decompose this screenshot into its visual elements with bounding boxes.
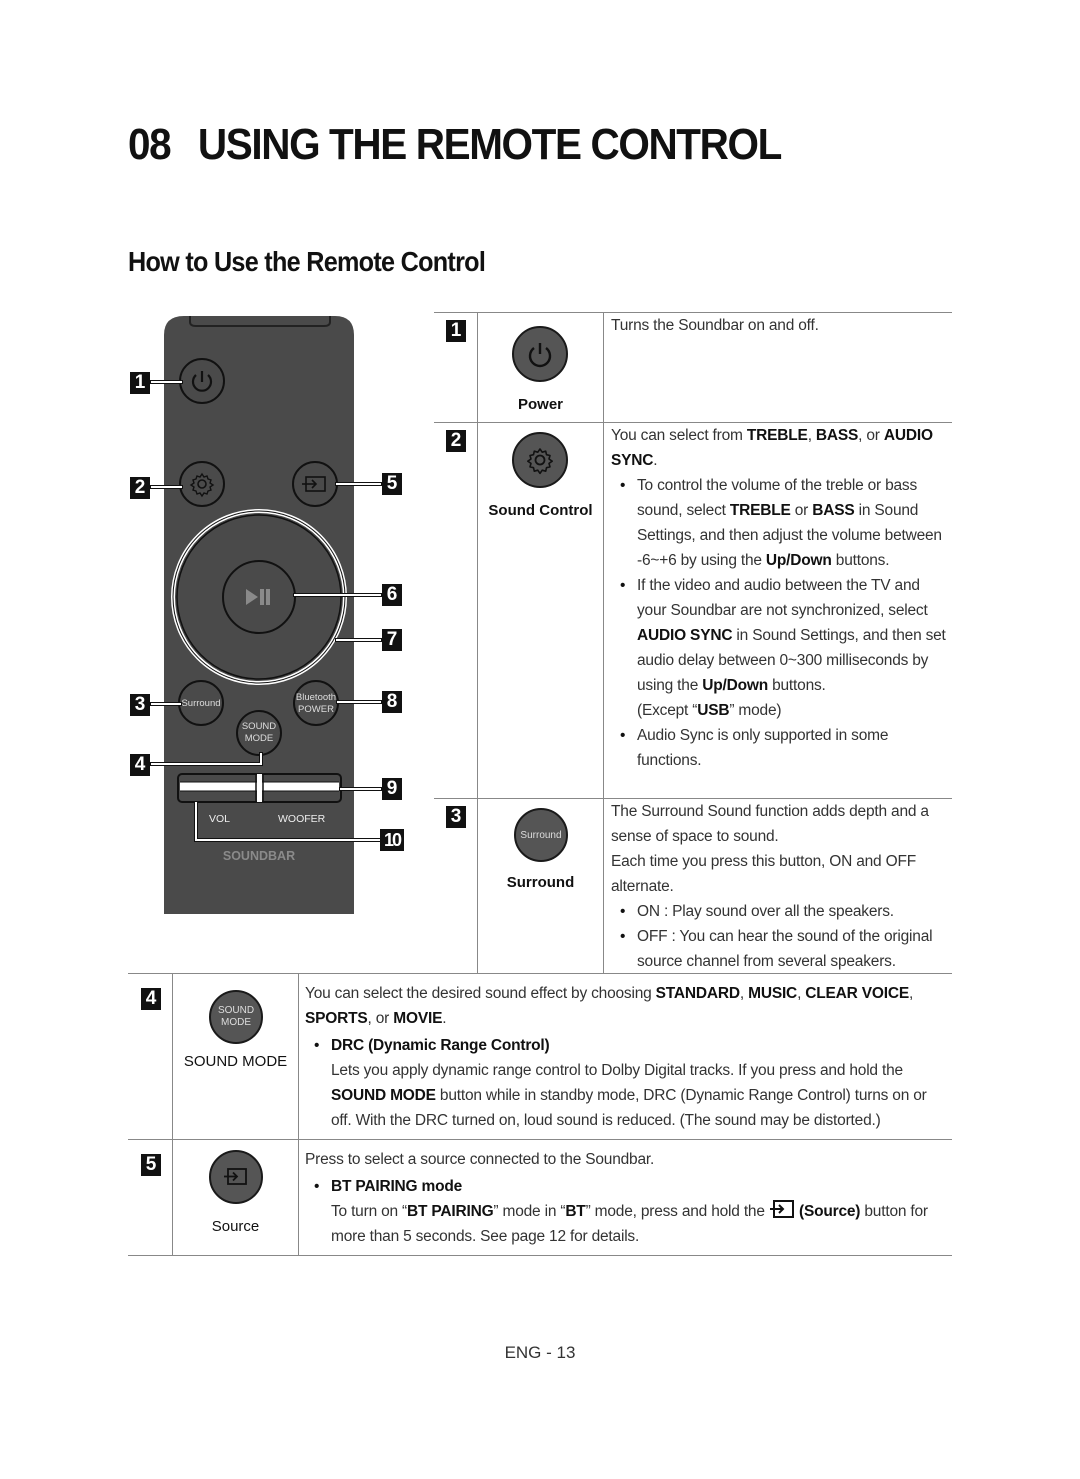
remote-surround-label: Surround bbox=[181, 698, 221, 709]
remote-sound-mode-line2: MODE bbox=[244, 733, 274, 744]
remote-settings-button bbox=[179, 461, 225, 507]
power-button-illustration bbox=[512, 326, 568, 382]
table-border bbox=[298, 973, 299, 1255]
callout-badge-5: 5 bbox=[382, 473, 402, 495]
bullet-item: Audio Sync is only supported in some fun… bbox=[611, 723, 951, 773]
chapter-title: 08 USING THE REMOTE CONTROL bbox=[128, 120, 782, 170]
table-border bbox=[128, 1255, 952, 1256]
remote-illustration bbox=[150, 316, 382, 914]
bullet-item: DRC (Dynamic Range Control) bbox=[305, 1033, 945, 1058]
table-border bbox=[128, 1139, 952, 1140]
chapter-number: 08 bbox=[128, 120, 172, 169]
row-number-badge: 5 bbox=[141, 1154, 161, 1176]
sound-mode-button-text-2: MODE bbox=[221, 1017, 251, 1028]
row-description: You can select from TREBLE, BASS, or AUD… bbox=[611, 423, 951, 773]
surround-button-text: Surround bbox=[520, 829, 562, 841]
remote-source-button bbox=[292, 461, 338, 507]
remote-vol-label: VOL bbox=[209, 813, 231, 825]
callout-badge-8: 8 bbox=[382, 691, 402, 713]
bullet-list: DRC (Dynamic Range Control) bbox=[305, 1033, 945, 1058]
bullet-item: OFF : You can hear the sound of the orig… bbox=[611, 924, 951, 974]
row-number-badge: 1 bbox=[446, 320, 466, 342]
callout-badge-6: 6 bbox=[382, 584, 402, 606]
row-intro: Press to select a source connected to th… bbox=[305, 1151, 655, 1168]
row-description: Turns the Soundbar on and off. bbox=[611, 313, 951, 338]
bullet-title: BT PAIRING mode bbox=[331, 1178, 463, 1195]
button-label: Surround bbox=[506, 874, 575, 891]
remote-sound-mode-line1: SOUND bbox=[241, 721, 277, 732]
callout-badge-7: 7 bbox=[382, 629, 402, 651]
callout-badge-3: 3 bbox=[130, 694, 150, 716]
remote-bluetooth-label: Bluetooth POWER bbox=[294, 692, 338, 716]
bullet-item: BT PAIRING mode bbox=[305, 1174, 945, 1199]
table-border bbox=[172, 973, 173, 1255]
remote-brand-label: SOUNDBAR bbox=[222, 849, 296, 863]
row-number-badge: 3 bbox=[446, 806, 466, 828]
button-label: Power bbox=[517, 396, 563, 413]
bullet-item: To control the volume of the treble or b… bbox=[611, 473, 951, 573]
bullet-list: To control the volume of the treble or b… bbox=[611, 473, 951, 773]
row-intro: The Surround Sound function adds depth a… bbox=[611, 803, 929, 895]
gear-icon bbox=[527, 448, 553, 475]
callout-badge-1: 1 bbox=[130, 372, 150, 394]
bullet-body: To turn on “BT PAIRING” mode in “BT” mod… bbox=[305, 1199, 945, 1249]
bullet-title: DRC (Dynamic Range Control) bbox=[331, 1037, 550, 1054]
page-number: ENG - 13 bbox=[504, 1343, 576, 1362]
bullet-body-pre: To turn on “BT PAIRING” mode in “BT” mod… bbox=[331, 1203, 765, 1220]
row-number-badge: 4 bbox=[141, 988, 161, 1010]
remote-vol-woofer-rocker bbox=[177, 773, 342, 803]
callout-badge-4: 4 bbox=[130, 754, 150, 776]
surround-button-illustration: Surround bbox=[514, 808, 568, 862]
callout-badge-10: 10 bbox=[380, 829, 404, 851]
source-button-illustration bbox=[209, 1150, 263, 1204]
remote-sound-mode-label: SOUND MODE bbox=[237, 721, 281, 745]
sound-control-button-illustration bbox=[512, 432, 568, 488]
section-title: How to Use the Remote Control bbox=[128, 246, 486, 277]
chapter-heading: USING THE REMOTE CONTROL bbox=[197, 120, 782, 169]
table-border bbox=[603, 312, 604, 973]
row-description: You can select the desired sound effect … bbox=[305, 981, 945, 1133]
row-intro: You can select from TREBLE, BASS, or AUD… bbox=[611, 427, 933, 469]
bullet-item: If the video and audio between the TV an… bbox=[611, 573, 951, 723]
remote-woofer-label: WOOFER bbox=[278, 813, 326, 825]
sound-mode-button-text-1: SOUND bbox=[217, 1005, 255, 1016]
button-label: Sound Control bbox=[488, 502, 593, 519]
source-icon bbox=[769, 1200, 794, 1218]
sound-mode-button-illustration: SOUND MODE bbox=[209, 990, 263, 1044]
power-icon bbox=[528, 343, 552, 368]
row-intro: You can select the desired sound effect … bbox=[305, 985, 914, 1027]
bullet-list: ON : Play sound over all the speakers. O… bbox=[611, 899, 951, 974]
bullet-list: BT PAIRING mode bbox=[305, 1174, 945, 1199]
callout-badge-9: 9 bbox=[382, 778, 402, 800]
remote-bluetooth-label-line2: POWER bbox=[298, 704, 334, 715]
bullet-body: Lets you apply dynamic range control to … bbox=[331, 1062, 927, 1129]
row-description: Press to select a source connected to th… bbox=[305, 1147, 945, 1249]
row-description: The Surround Sound function adds depth a… bbox=[611, 799, 951, 974]
row-intro: Turns the Soundbar on and off. bbox=[611, 317, 819, 334]
callout-badge-2: 2 bbox=[130, 477, 150, 499]
source-icon bbox=[224, 1168, 247, 1185]
bullet-item: ON : Play sound over all the speakers. bbox=[611, 899, 951, 924]
button-label: SOUND MODE bbox=[183, 1053, 288, 1070]
remote-power-button bbox=[179, 358, 225, 404]
button-label: Source bbox=[211, 1218, 260, 1235]
remote-bluetooth-label-line1: Bluetooth bbox=[295, 692, 337, 703]
row-number-badge: 2 bbox=[446, 430, 466, 452]
